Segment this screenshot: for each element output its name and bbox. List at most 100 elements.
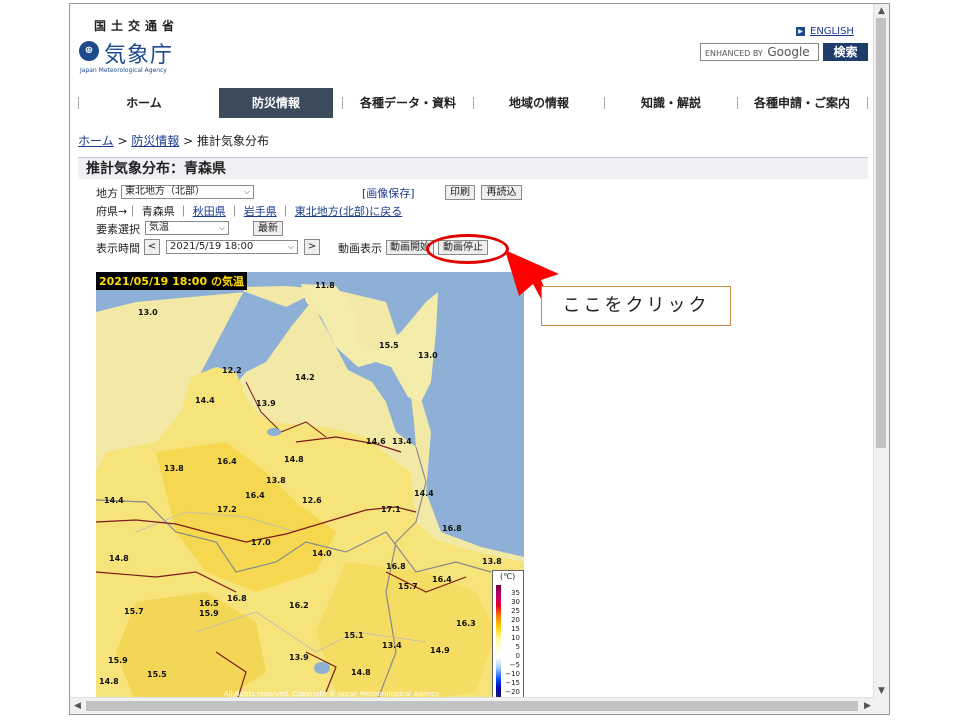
legend-value: −15 xyxy=(505,679,520,687)
jma-logo-icon[interactable]: ⊕ xyxy=(79,41,99,61)
pref-pipe: ｜ xyxy=(280,205,292,218)
search-brand-prefix: ENHANCED BY xyxy=(705,49,763,58)
legend-value: −5 xyxy=(509,661,520,669)
browser-window: 国土交通省 ⊕ 気象庁 Japan Meteorological Agency … xyxy=(69,3,890,715)
temp-label: 16.2 xyxy=(289,601,309,610)
temp-label: 15.1 xyxy=(344,631,364,640)
search-input[interactable]: ENHANCED BY Google xyxy=(700,43,819,61)
nav-item-application[interactable]: 各種申請・ご案内 xyxy=(738,88,866,118)
scroll-up-icon[interactable]: ▲ xyxy=(874,4,889,18)
vertical-scroll-thumb[interactable] xyxy=(876,18,886,448)
pref-akita-link[interactable]: 秋田県 xyxy=(193,205,226,218)
temp-label: 13.9 xyxy=(256,399,276,408)
temp-label: 16.4 xyxy=(217,457,237,466)
save-image-link[interactable]: [画像保存] xyxy=(362,185,415,201)
legend-unit: (℃) xyxy=(500,572,516,581)
reload-button[interactable]: 再読込 xyxy=(481,185,522,200)
legend-value: 20 xyxy=(511,616,520,624)
latest-button[interactable]: 最新 xyxy=(253,221,283,236)
element-select[interactable]: 気温 ⌵ xyxy=(145,221,229,235)
nav-item-region[interactable]: 地域の情報 xyxy=(474,88,604,118)
chevron-down-icon: ⌵ xyxy=(243,187,250,196)
english-link[interactable]: ▶ ENGLISH xyxy=(796,26,854,37)
temp-label: 15.5 xyxy=(147,670,167,679)
breadcrumb: ホーム > 防災情報 > 推計気象分布 xyxy=(78,132,269,149)
temperature-map[interactable]: 2021/05/19 18:00 の気温 11.8 13.0 15.5 13.0… xyxy=(96,272,524,704)
scroll-left-icon[interactable]: ◀ xyxy=(70,699,85,713)
temp-label: 15.7 xyxy=(398,582,418,591)
legend-value: −10 xyxy=(505,670,520,678)
global-nav: ホーム 防災情報 各種データ・資料 地域の情報 知識・解説 各種申請・ご案内 xyxy=(78,88,868,118)
temp-label: 13.4 xyxy=(392,437,412,446)
nav-item-home[interactable]: ホーム xyxy=(78,88,210,118)
legend-value: 35 xyxy=(511,589,520,597)
temp-label: 16.4 xyxy=(432,575,452,584)
search-button[interactable]: 検索 xyxy=(823,43,868,61)
temp-label: 15.9 xyxy=(108,656,128,665)
temp-label: 14.6 xyxy=(366,437,386,446)
temperature-legend: (℃) 35 30 25 20 15 10 5 0 −5 −10 −15 −20 xyxy=(492,570,524,704)
region-select[interactable]: 東北地方（北部） ⌵ xyxy=(121,185,254,199)
temp-label: 17.1 xyxy=(381,505,401,514)
temp-label: 13.0 xyxy=(418,351,438,360)
temp-label: 15.7 xyxy=(124,607,144,616)
temp-label: 13.4 xyxy=(382,641,402,650)
temp-label: 16.4 xyxy=(245,491,265,500)
mlit-name: 国土交通省 xyxy=(94,19,180,33)
temp-label: 14.4 xyxy=(104,496,124,505)
temp-label: 12.6 xyxy=(302,496,322,505)
nav-item-knowledge[interactable]: 知識・解説 xyxy=(605,88,737,118)
chevron-down-icon: ⌵ xyxy=(287,242,294,251)
temp-label: 13.8 xyxy=(266,476,286,485)
pref-pipe: ｜ xyxy=(178,205,190,218)
temp-label: 14.9 xyxy=(430,646,450,655)
instruction-callout: ここをクリック xyxy=(541,286,731,326)
legend-value: 15 xyxy=(511,625,520,633)
region-label: 地方 xyxy=(96,187,118,200)
legend-value: 5 xyxy=(515,643,520,651)
temp-label: 16.3 xyxy=(456,619,476,628)
jma-logo-text[interactable]: 気象庁 xyxy=(104,37,173,69)
chevron-down-icon: ⌵ xyxy=(218,223,225,232)
time-select-value: 2021/5/19 18:00 xyxy=(170,241,254,252)
time-select[interactable]: 2021/5/19 18:00 ⌵ xyxy=(166,240,298,254)
breadcrumb-bousai[interactable]: 防災情報 xyxy=(131,134,179,148)
temp-label: 14.8 xyxy=(284,455,304,464)
horizontal-scrollbar[interactable]: ◀ ▶ xyxy=(70,697,875,714)
breadcrumb-current: 推計気象分布 xyxy=(197,134,270,148)
vertical-scrollbar[interactable]: ▲ ▼ xyxy=(873,4,889,698)
temp-label: 17.2 xyxy=(217,505,237,514)
horizontal-scroll-thumb[interactable] xyxy=(86,701,858,711)
pref-iwate-link[interactable]: 岩手県 xyxy=(244,205,277,218)
temp-label: 16.8 xyxy=(386,562,406,571)
nav-separator xyxy=(867,97,868,109)
legend-value: 10 xyxy=(511,634,520,642)
temp-label: 13.9 xyxy=(289,653,309,662)
scroll-down-icon[interactable]: ▼ xyxy=(874,684,889,698)
temp-label: 16.5 xyxy=(199,599,219,608)
breadcrumb-home[interactable]: ホーム xyxy=(78,134,114,148)
next-time-button[interactable]: > xyxy=(304,239,320,255)
page-title: 推計気象分布：青森県 xyxy=(78,157,868,179)
temp-label: 14.4 xyxy=(414,489,434,498)
pref-current: 青森県 xyxy=(141,205,175,218)
prev-time-button[interactable]: < xyxy=(144,239,160,255)
time-label: 表示時間 xyxy=(96,242,140,255)
temp-label: 14.2 xyxy=(295,373,315,382)
pref-label: 府県→｜ xyxy=(96,205,139,218)
nav-item-bousai[interactable]: 防災情報 xyxy=(219,88,333,118)
map-graphic xyxy=(96,284,524,704)
region-back-link[interactable]: 東北地方(北部)に戻る xyxy=(295,205,403,218)
animation-label: 動画表示 xyxy=(338,242,382,255)
region-select-value: 東北地方（北部） xyxy=(125,186,205,197)
legend-value: 25 xyxy=(511,607,520,615)
nav-item-data[interactable]: 各種データ・資料 xyxy=(343,88,473,118)
print-button[interactable]: 印刷 xyxy=(445,185,475,200)
highlight-ring xyxy=(426,234,509,264)
temp-label: 16.8 xyxy=(442,524,462,533)
pref-pipe: ｜ xyxy=(229,205,241,218)
temp-label: 13.8 xyxy=(482,557,502,566)
breadcrumb-sep: > xyxy=(179,134,198,148)
scroll-right-icon[interactable]: ▶ xyxy=(860,699,875,713)
element-label: 要素選択 xyxy=(96,223,140,236)
